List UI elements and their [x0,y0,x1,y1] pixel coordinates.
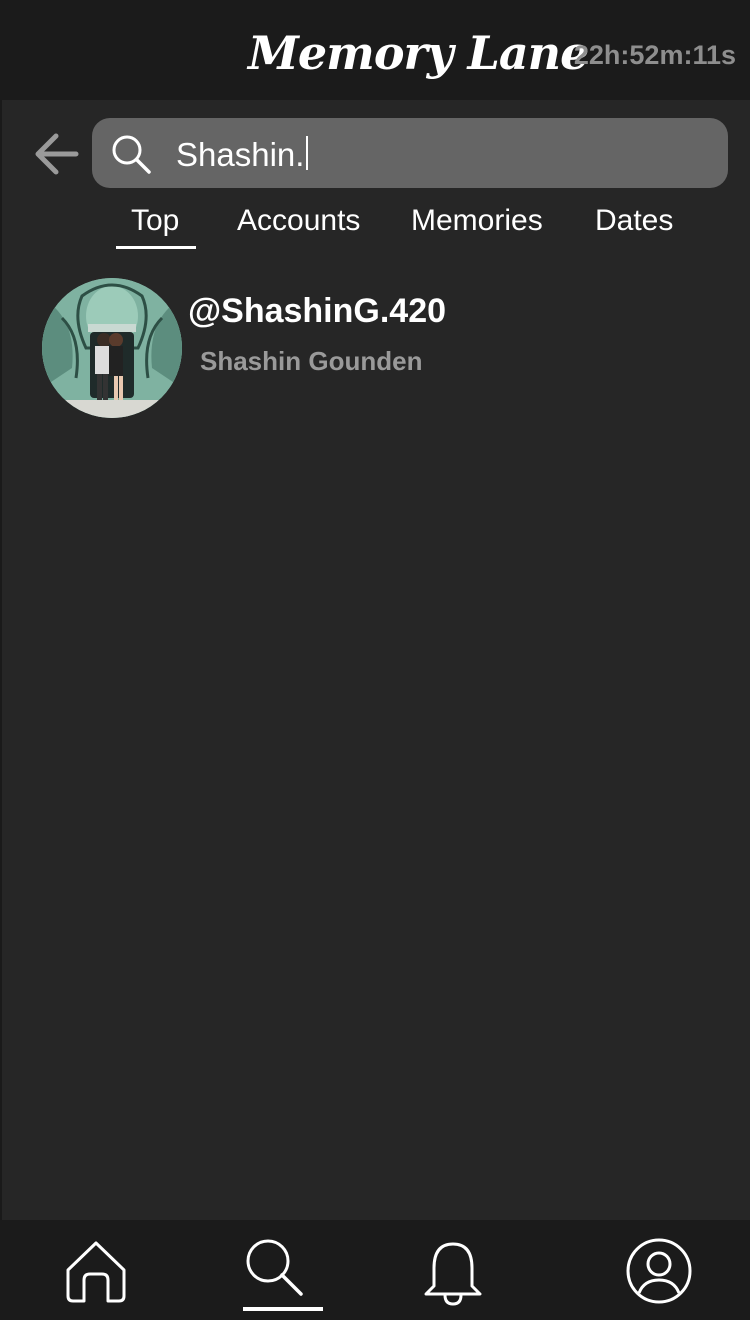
app-screen: Memory Lane 22h:52m:11s Shashin. Top Acc… [0,0,750,1320]
search-bar[interactable]: Shashin. [92,118,728,188]
search-page: Shashin. Top Accounts Memories Dates @Sh… [2,100,750,1220]
avatar [42,278,182,418]
nav-search[interactable] [243,1236,313,1306]
home-icon [66,1241,126,1303]
tab-dates[interactable]: Dates [595,204,673,238]
search-icon [112,135,151,174]
search-tabs: Top Accounts Memories Dates [2,200,750,260]
tab-accounts[interactable]: Accounts [237,204,360,238]
nav-notifications[interactable] [418,1236,488,1306]
tab-memories[interactable]: Memories [411,204,543,238]
bell-icon [424,1242,482,1306]
nav-active-indicator [243,1307,323,1311]
text-caret [306,136,309,170]
bottom-nav [0,1220,750,1320]
search-icon [246,1239,303,1296]
nav-home[interactable] [61,1236,131,1306]
profile-icon [626,1238,692,1304]
back-button[interactable] [32,130,82,180]
account-result-row[interactable]: @ShashinG.420 Shashin Gounden [2,274,750,424]
tab-top[interactable]: Top [131,204,179,238]
nav-profile[interactable] [624,1236,694,1306]
avatar-photo [42,278,182,418]
countdown-timer: 22h:52m:11s [573,40,736,70]
active-tab-indicator [116,246,196,249]
top-bar: Memory Lane 22h:52m:11s [0,0,750,100]
search-query-text: Shashin. [176,136,305,173]
search-input[interactable]: Shashin. [176,136,309,174]
account-handle: @ShashinG.420 [188,292,447,330]
arrow-left-icon [35,133,79,175]
app-title: Memory Lane [248,26,589,80]
account-name: Shashin Gounden [200,346,423,376]
